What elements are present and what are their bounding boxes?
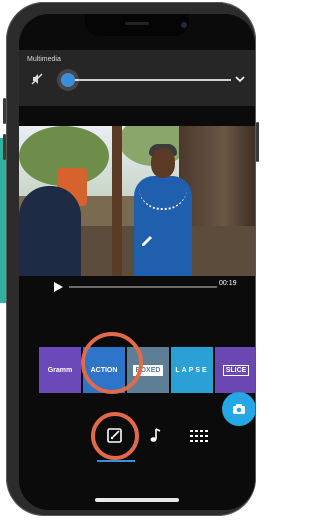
video-woman-head [151,148,175,178]
front-camera [181,22,187,28]
style-tile-lapse[interactable]: LAPSE [171,347,213,393]
theme-pattern-icon[interactable] [189,428,211,444]
volume-slider-track[interactable] [61,79,231,81]
active-tab-indicator [97,460,135,462]
phone-frame: Multimedia 00:19 Gramm ACTION BOXED LAPS… [3,2,259,516]
camera-icon [233,404,245,414]
play-icon[interactable] [54,282,63,292]
multimedia-panel: Multimedia [19,50,255,106]
video-pole [112,126,122,276]
phone-side-button [3,134,6,160]
phone-side-button [3,98,6,124]
home-indicator [95,498,179,502]
music-note-icon[interactable] [147,428,161,444]
multimedia-label: Multimedia [27,56,61,63]
video-person-left [19,186,81,276]
volume-slider-knob[interactable] [61,73,75,87]
video-preview[interactable] [19,126,255,276]
phone-side-button [256,122,259,162]
notch [85,14,189,36]
phone-screen: Multimedia 00:19 Gramm ACTION BOXED LAPS… [19,14,255,510]
style-tile-label: Gramm [47,366,73,374]
highlight-ring-action [81,332,143,394]
speaker [125,22,149,25]
style-tile-label: SLICE [222,364,250,376]
highlight-ring-tab [91,412,139,460]
playback-time: 00:19 [219,280,237,287]
chevron-down-icon[interactable] [235,74,245,84]
video-style-strip: Gramm ACTION BOXED LAPSE SLICE [39,347,255,393]
style-tile-label: LAPSE [175,366,209,374]
mute-icon[interactable] [30,72,44,86]
playback-progress-track[interactable] [69,286,217,288]
style-tile-slice[interactable]: SLICE [215,347,255,393]
style-tile-gramm[interactable]: Gramm [39,347,81,393]
edit-pencil-icon[interactable] [139,232,155,248]
